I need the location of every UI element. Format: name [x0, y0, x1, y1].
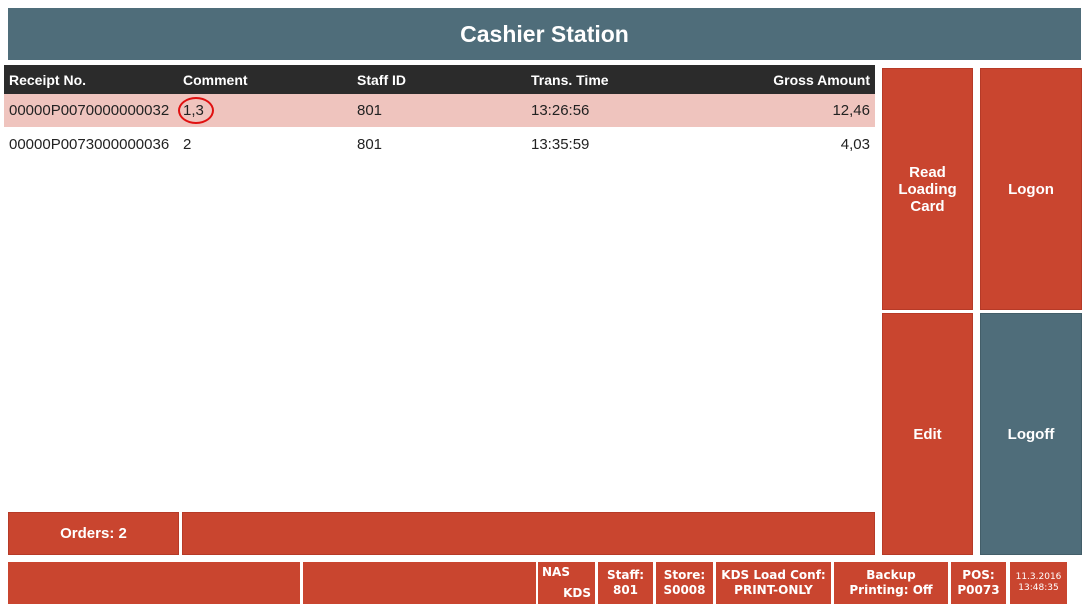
staff-id: 801	[357, 136, 383, 153]
kds-conf-label: KDS Load Conf:	[721, 568, 826, 582]
page-title: Cashier Station	[8, 8, 1081, 60]
gross-amount: 12,46	[832, 102, 870, 119]
staff-value: 801	[612, 583, 639, 597]
comment: 2	[183, 136, 192, 153]
col-receipt: Receipt No.	[9, 71, 87, 88]
kds-load-conf-status: KDS Load Conf: PRINT-ONLY	[716, 562, 831, 604]
staff-label: Staff:	[607, 568, 644, 582]
backup-printing-status: Backup Printing: Off	[834, 562, 948, 604]
col-time: Trans. Time	[531, 71, 609, 88]
col-staff: Staff ID	[357, 71, 406, 88]
trans-time: 13:26:56	[531, 102, 590, 119]
status-blank-2	[303, 562, 536, 604]
pos-label: POS:	[962, 568, 995, 582]
status-blank-1	[8, 562, 300, 604]
date-value: 11.3.2016	[1015, 572, 1062, 582]
staff-id: 801	[357, 102, 383, 119]
message-bar	[182, 512, 875, 555]
highlight-circle	[178, 97, 214, 124]
table-row[interactable]: 00000P0070000000032 1,3 801 13:26:56 12,…	[4, 94, 875, 127]
staff-status: Staff: 801	[598, 562, 653, 604]
edit-button[interactable]: Edit	[882, 313, 973, 555]
backup-label: Backup	[866, 568, 916, 582]
nas-label: NAS	[542, 565, 570, 579]
col-amount: Gross Amount	[773, 71, 870, 88]
time-value: 13:48:35	[1018, 583, 1059, 593]
trans-time: 13:35:59	[531, 136, 590, 153]
col-comment: Comment	[183, 71, 248, 88]
backup-value: Printing: Off	[849, 583, 933, 597]
read-loading-card-button[interactable]: Read Loading Card	[882, 68, 973, 310]
table-row[interactable]: 00000P0073000000036 2 801 13:35:59 4,03	[4, 128, 875, 161]
pos-value: P0073	[957, 583, 1000, 597]
logon-button[interactable]: Logon	[980, 68, 1082, 310]
kds-label: KDS	[563, 586, 591, 600]
logoff-button[interactable]: Logoff	[980, 313, 1082, 555]
kds-conf-value: PRINT-ONLY	[734, 583, 813, 597]
receipt-no: 00000P0070000000032	[9, 102, 170, 119]
store-value: S0008	[663, 583, 706, 597]
pos-status: POS: P0073	[951, 562, 1006, 604]
receipt-no: 00000P0073000000036	[9, 136, 170, 153]
table-header: Receipt No. Comment Staff ID Trans. Time…	[4, 65, 875, 94]
store-status: Store: S0008	[656, 562, 713, 604]
gross-amount: 4,03	[840, 136, 870, 153]
store-label: Store:	[663, 568, 706, 582]
nas-kds-status: NAS KDS	[538, 562, 595, 604]
datetime-status: 11.3.2016 13:48:35	[1010, 562, 1067, 604]
orders-button[interactable]: Orders: 2	[8, 512, 179, 555]
